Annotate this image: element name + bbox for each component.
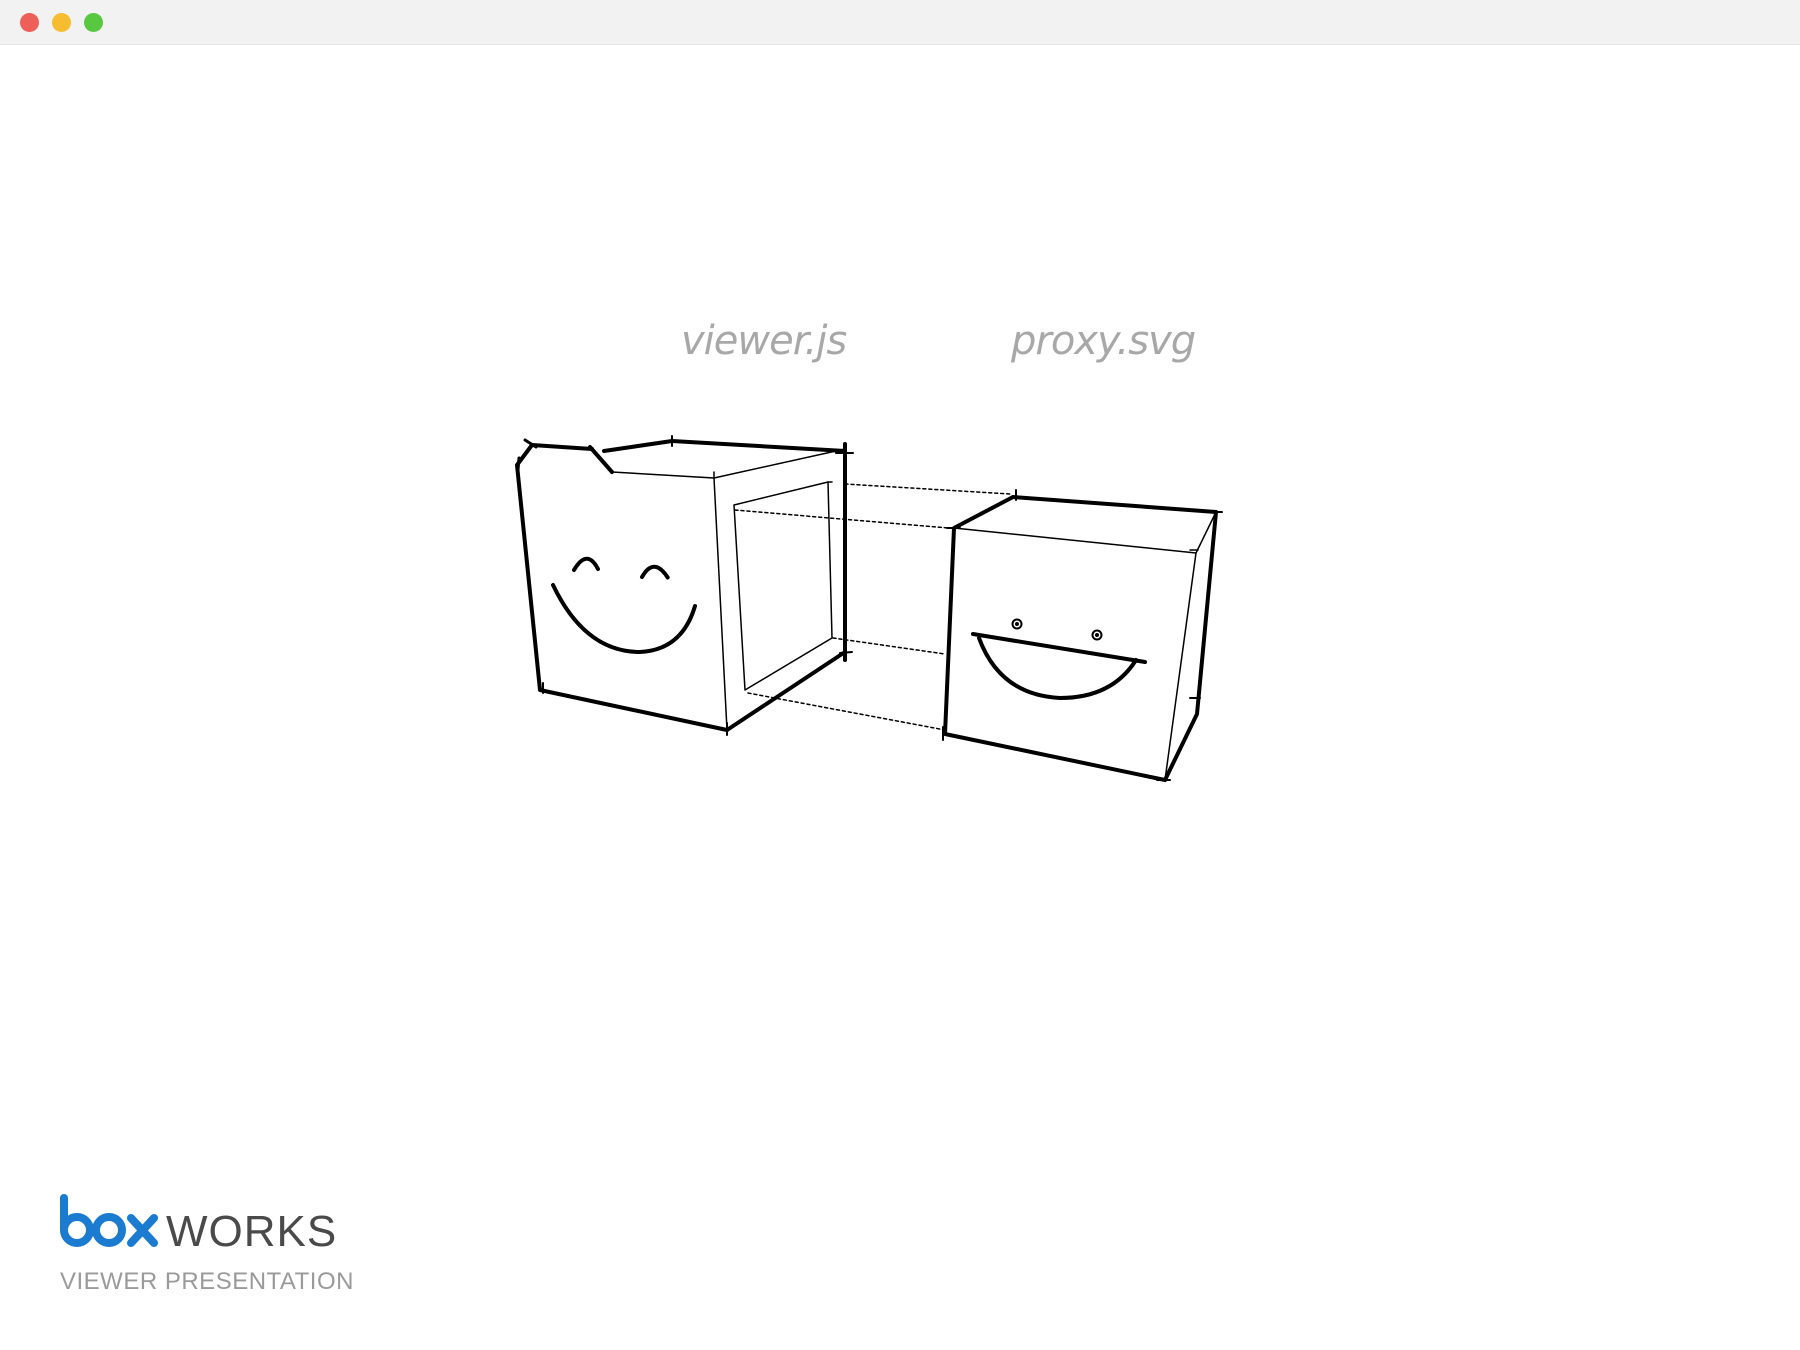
product-name: WORKS xyxy=(166,1207,338,1256)
boxworks-branding: box WORKS VIEWER PRESENTATION xyxy=(58,1192,378,1312)
app-window: viewer.js proxy.svg box WORKS VIEWER PRE… xyxy=(0,0,1800,1350)
box-logo xyxy=(60,1194,158,1247)
proxy-box xyxy=(942,489,1223,782)
proxy-svg-label: proxy.svg xyxy=(1011,318,1196,364)
viewer-proxy-diagram xyxy=(515,435,1223,782)
presentation-subtitle: VIEWER PRESENTATION xyxy=(60,1268,354,1295)
viewer-box xyxy=(515,435,854,736)
viewer-js-label: viewer.js xyxy=(681,318,847,364)
